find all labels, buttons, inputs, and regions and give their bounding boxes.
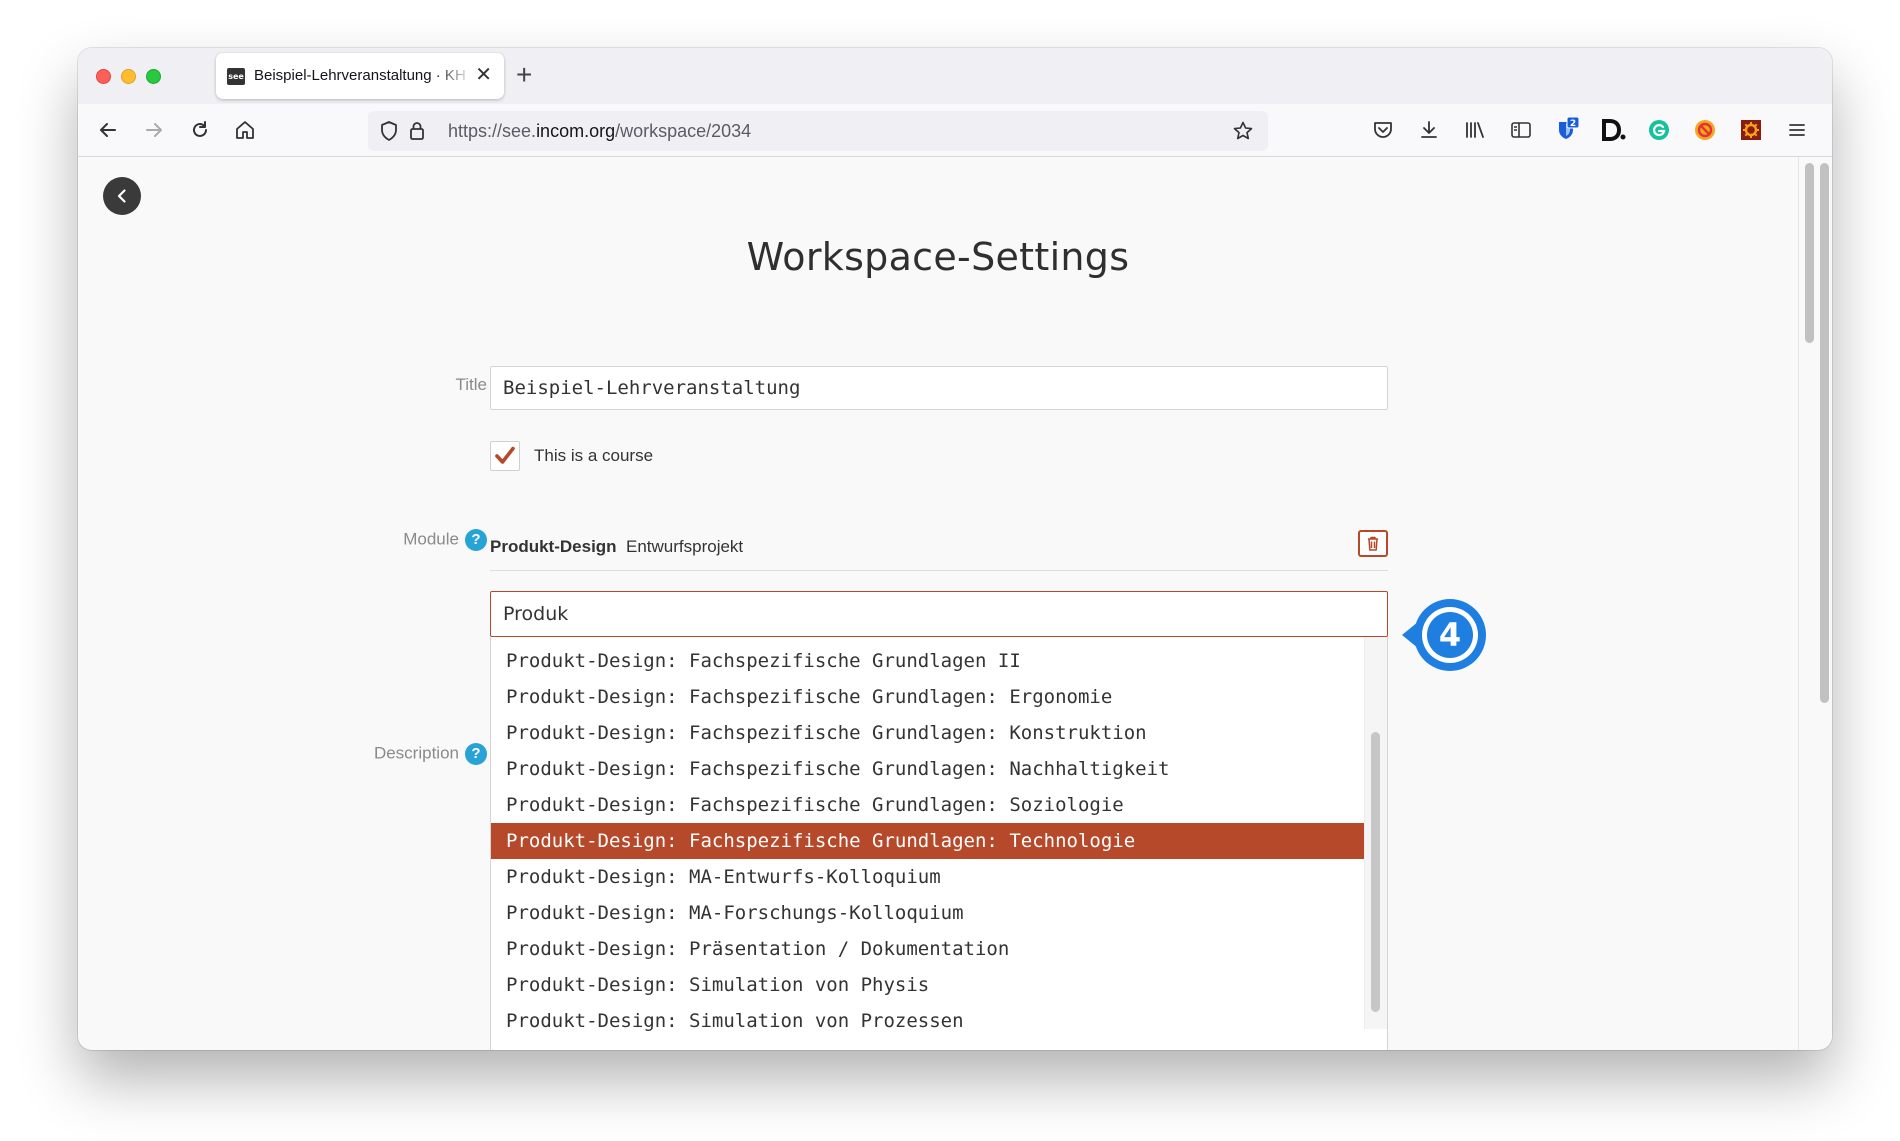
module-autocomplete-dropdown: Produkt-Design: Fachspezifische Grundlag… [490, 637, 1388, 1050]
dropdown-scrollbar-thumb[interactable] [1371, 732, 1380, 1012]
list-item[interactable]: Produkt-Design: Fachspezifische Grundlag… [491, 715, 1365, 751]
checkmark-icon [495, 446, 515, 464]
back-arrow-icon[interactable] [93, 115, 123, 145]
list-item[interactable]: Produkt-Design: Simulation von Physis [491, 967, 1365, 1003]
module-help-icon[interactable]: ? [465, 529, 487, 551]
tab-title: Beispiel-Lehrveranstaltung · KH [254, 67, 466, 84]
pocket-icon[interactable] [1368, 115, 1398, 145]
navigation-bar: https://see.incom.org/workspace/2034 2 [78, 104, 1832, 157]
step-callout-badge: 4 [1402, 599, 1486, 671]
d-extension-icon[interactable] [1598, 115, 1628, 145]
bitwarden-extension-icon[interactable]: 2 [1552, 115, 1582, 145]
list-item[interactable]: Produkt-Design: MA-Entwurfs-Kolloquium [491, 859, 1365, 895]
close-window-button[interactable] [96, 69, 111, 84]
tracking-shield-icon[interactable] [374, 116, 404, 146]
reload-icon[interactable] [185, 115, 215, 145]
browser-tab-active[interactable]: see Beispiel-Lehrveranstaltung · KH ✕ [216, 53, 504, 99]
module-category: Produkt-Design [490, 537, 617, 556]
tab-strip: see Beispiel-Lehrveranstaltung · KH ✕ + [78, 48, 1832, 104]
hamburger-menu-icon[interactable] [1782, 115, 1812, 145]
page-title: Workspace-Settings [746, 235, 1130, 279]
library-icon[interactable] [1460, 115, 1490, 145]
close-tab-icon[interactable]: ✕ [475, 64, 492, 86]
description-label-text: Description [373, 743, 459, 763]
grammarly-extension-icon[interactable] [1644, 115, 1674, 145]
module-search-input[interactable]: Produk [490, 591, 1388, 637]
sidebar-icon[interactable] [1506, 115, 1536, 145]
course-checkbox[interactable] [490, 441, 520, 471]
list-item[interactable]: Produkt-Design: Fachspezifische Grundlag… [491, 679, 1365, 715]
browser-window: see Beispiel-Lehrveranstaltung · KH ✕ + [78, 48, 1832, 1050]
page-scrollbar-thumb-outer[interactable] [1820, 163, 1829, 703]
description-help-icon[interactable]: ? [465, 743, 487, 765]
title-input[interactable]: Beispiel-Lehrveranstaltung [490, 366, 1388, 410]
minimize-window-button[interactable] [121, 69, 136, 84]
description-label: Description? [374, 743, 487, 765]
blocker-extension-icon[interactable] [1690, 115, 1720, 145]
title-label: Title [455, 375, 488, 394]
settings-extension-icon[interactable] [1736, 115, 1766, 145]
list-item[interactable]: Produkt-Design: Fachspezifische Grundlag… [491, 787, 1365, 823]
home-icon[interactable] [230, 115, 260, 145]
bookmark-star-icon[interactable] [1228, 116, 1258, 146]
forward-arrow-icon[interactable] [139, 115, 169, 145]
page-content: Workspace-Settings Title Beispiel-Lehrve… [78, 157, 1798, 1050]
list-item[interactable]: Produkt-Design: MA-Forschungs-Kolloquium [491, 895, 1365, 931]
url-bar[interactable]: https://see.incom.org/workspace/2034 [368, 111, 1268, 151]
site-favicon-icon: see [227, 68, 245, 85]
module-name: Entwurfsprojekt [626, 537, 744, 556]
back-button[interactable] [103, 177, 141, 215]
dropdown-scrollbar[interactable] [1364, 637, 1387, 1029]
module-label-text: Module [403, 529, 459, 549]
url-text[interactable]: https://see.incom.org/workspace/2034 [448, 120, 751, 142]
module-label: Module? [403, 529, 487, 551]
page-scrollbar[interactable] [1798, 157, 1832, 1050]
downloads-icon[interactable] [1414, 115, 1444, 145]
page-scrollbar-thumb-inner[interactable] [1805, 163, 1814, 343]
lock-icon[interactable] [402, 116, 432, 146]
tab-title-fade [436, 63, 472, 91]
extension-badge-count: 2 [1570, 119, 1576, 129]
zoom-window-button[interactable] [146, 69, 161, 84]
list-item[interactable]: Produkt-Design: Simulation von Prozessen [491, 1003, 1365, 1039]
trash-icon [1368, 536, 1378, 551]
course-checkbox-label[interactable]: This is a course [534, 444, 653, 468]
selected-module: Produkt-Design Entwurfsprojekt [490, 530, 1388, 571]
list-item[interactable]: Produkt-Design: Präsentation / Dokumenta… [491, 931, 1365, 967]
list-item[interactable]: Produkt-Design: Fachspezifische Grundlag… [491, 751, 1365, 787]
list-item[interactable]: Produkt-Design: Fachspezifische Grundlag… [491, 643, 1365, 679]
new-tab-button[interactable]: + [516, 60, 532, 90]
callout-number: 4 [1439, 616, 1461, 654]
delete-module-button[interactable] [1358, 530, 1388, 557]
list-item-selected[interactable]: Produkt-Design: Fachspezifische Grundlag… [491, 823, 1365, 859]
chevron-left-icon [117, 189, 126, 203]
